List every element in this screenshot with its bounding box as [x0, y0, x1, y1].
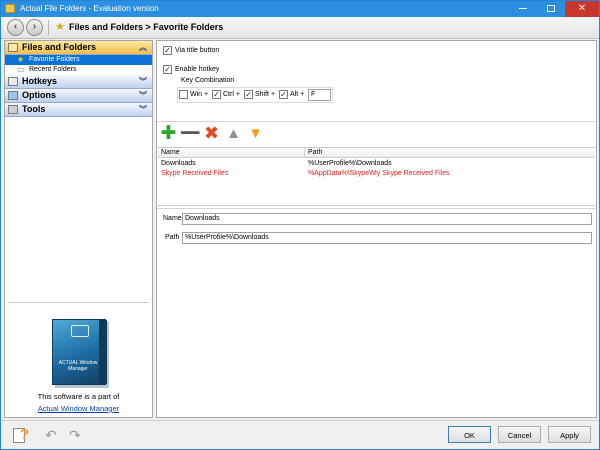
- keyboard-icon: [8, 77, 18, 86]
- product-box-side: [99, 320, 107, 384]
- list-item[interactable]: Downloads %UserProfile%\Downloads: [158, 159, 595, 169]
- path-field-label: Path: [165, 234, 180, 241]
- ctrl-label: Ctrl +: [223, 91, 240, 98]
- alt-checkbox[interactable]: ✓: [279, 90, 288, 99]
- back-arrow-icon: ‹: [13, 21, 18, 32]
- sidebar-section-label: Files and Folders: [22, 42, 97, 52]
- via-title-button-label: Via title button: [175, 47, 220, 54]
- minimize-icon: [519, 7, 527, 9]
- actual-window-manager-link[interactable]: Actual Window Manager: [5, 404, 152, 413]
- forward-button[interactable]: ›: [26, 19, 43, 36]
- details-divider: [157, 208, 596, 209]
- column-header-name[interactable]: Name: [161, 149, 180, 156]
- sidebar-item-favorite-folders[interactable]: ★ Favorite Folders: [5, 55, 152, 65]
- bottom-bar: ? ↶ ↷ OK Cancel Apply: [1, 420, 599, 449]
- window-title: Actual File Folders - Evaluation version: [20, 4, 159, 13]
- question-mark-icon: ?: [20, 426, 30, 443]
- sidebar-divider: [8, 302, 149, 303]
- breadcrumb: Files and Folders > Favorite Folders: [69, 22, 224, 32]
- tools-icon: [8, 105, 18, 114]
- sidebar-item-recent-folders[interactable]: ▭ Recent Folders: [5, 65, 152, 75]
- promo-text: This software is a part of: [37, 392, 120, 401]
- list-header: Name Path: [158, 148, 595, 158]
- sidebar-section-tools[interactable]: Tools ︾: [5, 103, 152, 117]
- enable-hotkey-label: Enable hotkey: [175, 66, 220, 73]
- via-title-button-checkbox[interactable]: ✓: [163, 46, 172, 55]
- star-icon: ★: [55, 21, 65, 33]
- hotkey-key-input[interactable]: F: [308, 89, 331, 101]
- forward-arrow-icon: ›: [32, 21, 37, 32]
- move-up-icon[interactable]: ▲: [225, 125, 242, 142]
- shift-label: Shift +: [255, 91, 276, 98]
- sidebar-section-label: Tools: [22, 104, 46, 114]
- sidebar: Files and Folders ︽ ★ Favorite Folders ▭…: [4, 40, 153, 418]
- sidebar-section-options[interactable]: Options ︾: [5, 89, 152, 103]
- minimize-button[interactable]: [509, 1, 537, 17]
- product-box-lettering: ACTUAL Window Manager: [58, 360, 98, 372]
- list-item[interactable]: Skype Received Files %AppData%\Skype\My …: [158, 169, 595, 179]
- folder-icon: [5, 4, 15, 13]
- list-item-path: %AppData%\Skype\My Skype Received Files: [308, 170, 450, 177]
- remove-icon[interactable]: ━━: [181, 125, 199, 142]
- list-item-name: Downloads: [161, 160, 196, 167]
- close-icon: ✕: [577, 3, 587, 14]
- app-window: Actual File Folders - Evaluation version…: [0, 0, 600, 450]
- ctrl-checkbox[interactable]: ✓: [212, 90, 221, 99]
- favorite-folders-list: Name Path Downloads %UserProfile%\Downlo…: [158, 147, 595, 206]
- product-box-image: ACTUAL Window Manager: [52, 319, 107, 385]
- sidebar-item-label: Favorite Folders: [29, 56, 80, 63]
- folder-icon: [8, 43, 18, 52]
- star-icon: ★: [17, 55, 25, 64]
- shift-checkbox[interactable]: ✓: [244, 90, 253, 99]
- sidebar-section-hotkeys[interactable]: Hotkeys ︾: [5, 75, 152, 89]
- sidebar-section-label: Hotkeys: [22, 76, 58, 86]
- ok-button[interactable]: OK: [448, 426, 491, 443]
- path-field[interactable]: %UserProfile%\Downloads: [182, 232, 592, 244]
- chevron-down-icon[interactable]: ︾: [139, 103, 147, 116]
- recent-document-icon: ▭: [17, 65, 25, 74]
- name-field[interactable]: Downloads: [182, 213, 592, 225]
- cancel-button[interactable]: Cancel: [498, 426, 541, 443]
- maximize-icon: [547, 4, 555, 12]
- list-item-name: Skype Received Files: [161, 170, 229, 177]
- maximize-button[interactable]: [537, 1, 565, 17]
- delete-icon[interactable]: ✖: [203, 124, 220, 142]
- enable-hotkey-checkbox[interactable]: ✓: [163, 65, 172, 74]
- column-divider[interactable]: [304, 148, 305, 158]
- chevron-up-icon[interactable]: ︽: [139, 41, 147, 54]
- add-icon[interactable]: ✚: [160, 124, 177, 143]
- sidebar-item-label: Recent Folders: [29, 66, 77, 73]
- options-icon: [8, 91, 18, 100]
- list-item-path: %UserProfile%\Downloads: [308, 160, 392, 167]
- main-panel: ✓ Via title button ✓ Enable hotkey Key C…: [156, 40, 597, 418]
- title-bar[interactable]: Actual File Folders - Evaluation version…: [1, 1, 599, 17]
- name-field-label: Name: [163, 215, 182, 222]
- back-button[interactable]: ‹: [7, 19, 24, 36]
- apply-button[interactable]: Apply: [548, 426, 591, 443]
- nav-divider: [48, 20, 49, 35]
- help-icon[interactable]: ?: [13, 426, 33, 444]
- move-down-icon[interactable]: ▼: [247, 125, 264, 142]
- sidebar-section-files-and-folders[interactable]: Files and Folders ︽: [5, 41, 152, 55]
- sidebar-section-label: Options: [22, 90, 56, 100]
- toolbar-divider: [157, 121, 596, 122]
- win-checkbox[interactable]: [179, 90, 188, 99]
- chevron-down-icon[interactable]: ︾: [139, 75, 147, 88]
- key-combination-title: Key Combination: [179, 77, 237, 84]
- close-button[interactable]: ✕: [565, 1, 599, 17]
- undo-icon[interactable]: ↶: [45, 426, 65, 444]
- chevron-down-icon[interactable]: ︾: [139, 89, 147, 102]
- navigation-bar: ‹ › ★ Files and Folders > Favorite Folde…: [1, 17, 599, 39]
- redo-icon[interactable]: ↷: [69, 426, 89, 444]
- win-label: Win +: [190, 91, 209, 98]
- column-header-path[interactable]: Path: [308, 149, 322, 156]
- window-manager-logo-icon: [71, 325, 89, 337]
- alt-label: Alt +: [290, 91, 305, 98]
